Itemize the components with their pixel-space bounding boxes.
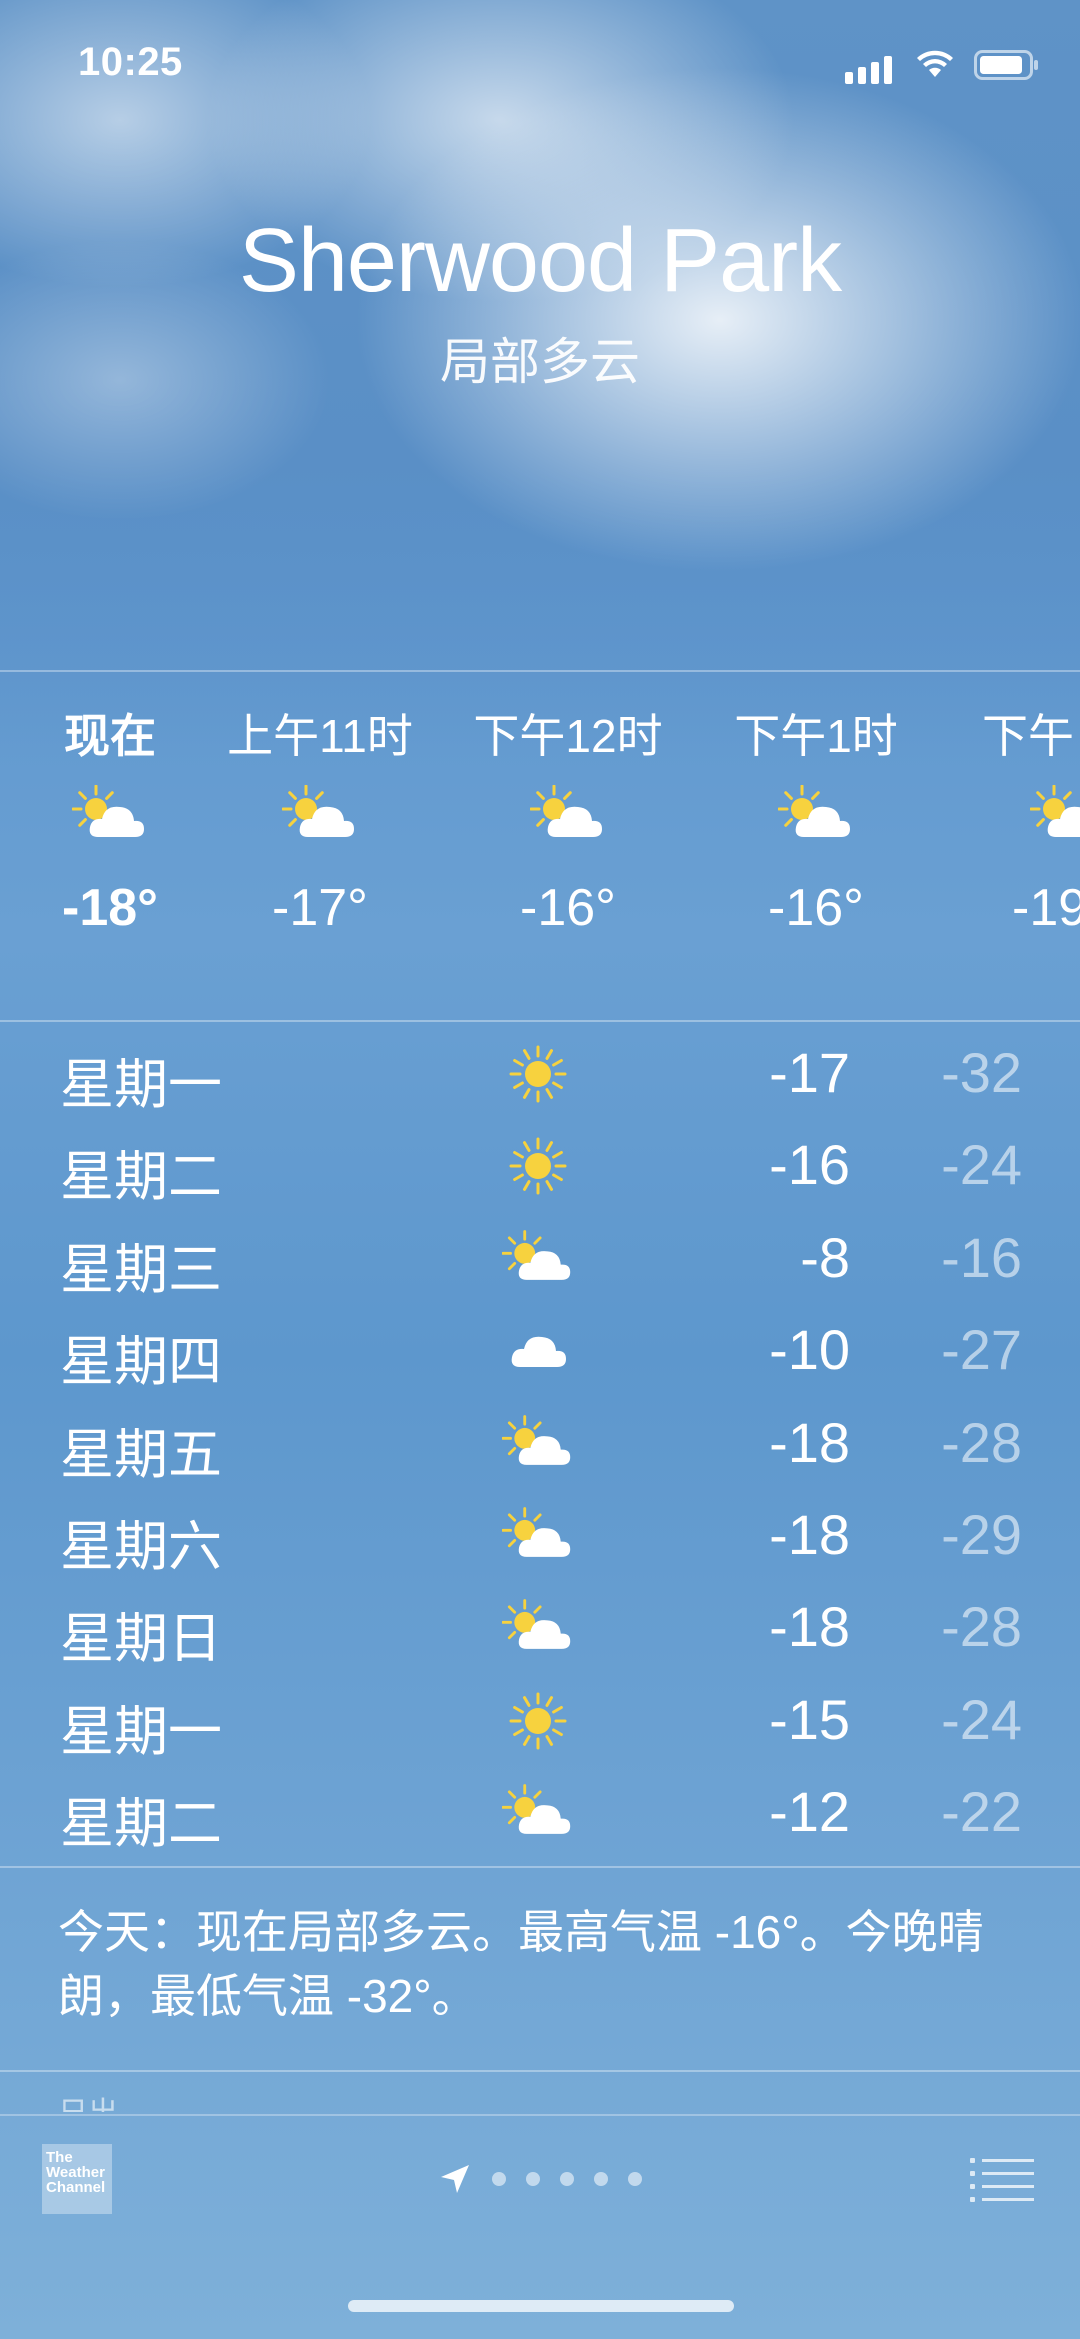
hourly-item: 上午11时 -17° — [210, 672, 430, 938]
bottom-toolbar: The Weather Channel — [0, 2114, 1080, 2254]
partly-cloudy-icon — [502, 1783, 574, 1843]
hour-label: 下午 — [982, 710, 1074, 762]
daily-row: 星期三 -8 -16 — [0, 1213, 1080, 1305]
hourly-item: 下午 -19 — [952, 672, 1080, 938]
day-high: -8 — [800, 1225, 850, 1289]
hour-temp: -17° — [272, 879, 368, 937]
partly-cloudy-icon — [502, 1229, 574, 1289]
day-low: -29 — [941, 1502, 1022, 1566]
daily-row: 星期二 -16 -24 — [0, 1120, 1080, 1212]
daily-row: 星期四 -10 -27 — [0, 1305, 1080, 1397]
day-name: 星期日 — [60, 1609, 222, 1670]
daily-row: 星期日 -18 -28 — [0, 1582, 1080, 1674]
daily-bottom-divider — [0, 1866, 1080, 1868]
daily-row: 星期五 -18 -28 — [0, 1398, 1080, 1490]
sun-icon — [502, 1136, 574, 1196]
day-low: -24 — [941, 1687, 1022, 1751]
partly-cloudy-icon — [502, 1598, 574, 1658]
city-name: Sherwood Park — [238, 211, 842, 311]
day-low: -27 — [941, 1318, 1022, 1382]
daily-row: 星期一 -15 -24 — [0, 1675, 1080, 1767]
day-low: -24 — [941, 1133, 1022, 1197]
page-dot[interactable] — [628, 2172, 642, 2186]
day-name: 星期二 — [60, 1794, 222, 1855]
current-condition: 局部多云 — [440, 334, 640, 390]
day-high: -16 — [769, 1133, 850, 1197]
hour-temp: -16° — [768, 879, 864, 937]
day-name: 星期四 — [60, 1332, 222, 1393]
day-name: 星期一 — [60, 1701, 222, 1762]
cellular-signal-icon — [845, 56, 892, 84]
day-high: -18 — [769, 1595, 850, 1659]
day-name: 星期六 — [60, 1516, 222, 1577]
partly-cloudy-icon — [458, 760, 678, 870]
wifi-icon — [917, 50, 953, 77]
status-bar: 10:25 — [0, 36, 1080, 96]
daily-row: 星期二 -12 -22 — [0, 1767, 1080, 1859]
hourly-item: 下午1时 -16° — [706, 672, 926, 938]
hourly-forecast[interactable]: 现在 -18° 上午11时 -17° 下午12时 -16° 下午1时 -16° … — [0, 672, 1080, 1020]
daily-forecast: 星期一 -17 -32 星期二 -16 -24 星期三 -8 -16 星期四 -… — [0, 1028, 1080, 1860]
day-high: -18 — [769, 1502, 850, 1566]
day-high: -18 — [769, 1410, 850, 1474]
list-icon[interactable] — [970, 2156, 1034, 2202]
partly-cloudy-icon — [952, 760, 1080, 870]
day-high: -17 — [769, 1041, 850, 1104]
page-dot[interactable] — [594, 2172, 608, 2186]
day-low: -28 — [941, 1595, 1022, 1659]
daily-row: 星期六 -18 -29 — [0, 1490, 1080, 1582]
daily-row: 星期一 -17 -32 — [0, 1028, 1080, 1120]
day-low: -32 — [941, 1041, 1022, 1104]
day-name: 星期五 — [60, 1424, 222, 1485]
day-high: -15 — [769, 1687, 850, 1751]
hour-label: 下午1时 — [734, 710, 898, 762]
sun-icon — [502, 1691, 574, 1751]
hour-temp: -16° — [520, 879, 616, 937]
hour-label: 现在 — [64, 710, 156, 762]
today-summary: 今天：现在局部多云。最高气温 -16°。今晚晴朗，最低气温 -32°。 — [58, 1906, 984, 2022]
summary-bottom-divider — [0, 2070, 1080, 2072]
location-arrow-icon[interactable] — [438, 2162, 472, 2196]
hour-label: 上午11时 — [227, 710, 413, 762]
hourly-item: 下午12时 -16° — [458, 672, 678, 938]
home-indicator[interactable] — [348, 2300, 734, 2312]
battery-icon — [974, 50, 1038, 80]
day-low: -16 — [941, 1225, 1022, 1289]
hour-temp: -18° — [62, 879, 158, 937]
hour-label: 下午12时 — [473, 710, 663, 762]
day-low: -22 — [941, 1780, 1022, 1844]
day-high: -12 — [769, 1780, 850, 1844]
page-dot[interactable] — [492, 2172, 506, 2186]
cloud-icon — [502, 1321, 574, 1381]
sunrise-label-peek: 日出 — [58, 2088, 118, 2112]
status-time: 10:25 — [78, 40, 183, 84]
hour-temp: -19 — [1012, 879, 1080, 937]
page-indicator[interactable] — [0, 2162, 1080, 2196]
day-name: 星期三 — [60, 1239, 222, 1300]
day-low: -28 — [941, 1410, 1022, 1474]
partly-cloudy-icon — [210, 760, 430, 870]
day-name: 星期一 — [60, 1055, 222, 1115]
day-name: 星期二 — [60, 1147, 222, 1208]
partly-cloudy-icon — [502, 1414, 574, 1474]
sun-icon — [502, 1044, 574, 1104]
hourly-item: 现在 -18° — [0, 672, 220, 938]
page-dot[interactable] — [526, 2172, 540, 2186]
hourly-bottom-divider — [0, 1020, 1080, 1022]
partly-cloudy-icon — [502, 1506, 574, 1566]
day-high: -10 — [769, 1318, 850, 1382]
page-dot[interactable] — [560, 2172, 574, 2186]
partly-cloudy-icon — [706, 760, 926, 870]
partly-cloudy-icon — [0, 760, 220, 870]
